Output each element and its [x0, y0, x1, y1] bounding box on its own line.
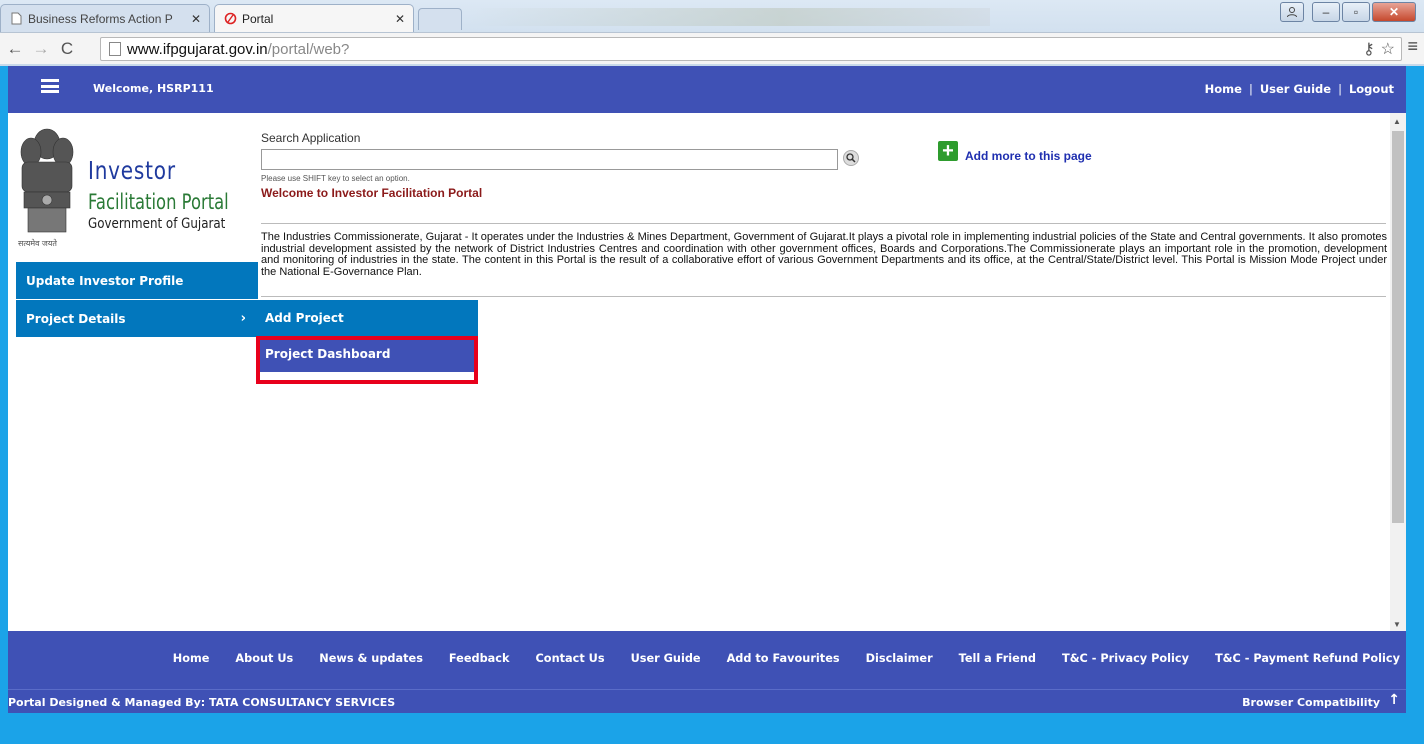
new-tab-button[interactable]	[418, 8, 462, 30]
logo-motto: सत्यमेव जयते	[18, 239, 57, 248]
sidebar: Update Investor Profile Project Details …	[16, 262, 258, 338]
minimize-icon[interactable]: –	[1312, 2, 1340, 22]
tab-title: Business Reforms Action P	[28, 11, 173, 26]
portal-favicon-icon	[223, 12, 237, 26]
national-emblem-icon	[20, 128, 74, 233]
portal-logo[interactable]: Investor Facilitation Portal Government …	[14, 120, 248, 260]
divider	[261, 296, 1386, 297]
submenu-item-label: Add Project	[265, 311, 344, 325]
sidebar-item-project-details[interactable]: Project Details ›	[16, 300, 258, 338]
footer-link-privacy-policy[interactable]: T&C - Privacy Policy	[1062, 652, 1189, 665]
logo-title-investor: Investor	[88, 156, 176, 185]
footer-bottom-bar: Portal Designed & Managed By: TATA CONSU…	[8, 689, 1406, 713]
search-label: Search Application	[261, 131, 361, 145]
top-bar: Welcome, HSRP111 Home | User Guide | Logout	[8, 66, 1406, 113]
footer-links: Home About Us News & updates Feedback Co…	[147, 652, 1400, 665]
footer-link-tell-friend[interactable]: Tell a Friend	[959, 652, 1036, 665]
logo-subtitle: Government of Gujarat	[88, 216, 226, 232]
blurred-background	[470, 8, 990, 26]
sidebar-item-label: Project Details	[26, 311, 126, 326]
url-path: /portal/web?	[267, 40, 350, 58]
url-actions: ⚷ ☆	[1363, 39, 1395, 59]
footer-credit: Portal Designed & Managed By: TATA CONSU…	[8, 696, 396, 709]
sidebar-item-update-investor-profile[interactable]: Update Investor Profile	[16, 262, 258, 300]
top-link-user-guide[interactable]: User Guide	[1260, 82, 1331, 96]
maximize-icon[interactable]: ▫	[1342, 2, 1370, 22]
welcome-user: Welcome, HSRP111	[93, 82, 214, 95]
portal-description: The Industries Commissionerate, Gujarat …	[261, 231, 1387, 278]
url-input[interactable]: www.ifpgujarat.gov.in/portal/web? ⚷ ☆	[100, 37, 1402, 61]
add-more-label: Add more to this page	[965, 149, 1092, 163]
page-scrollbar[interactable]: ▲ ▼	[1390, 113, 1406, 631]
scroll-thumb[interactable]	[1392, 131, 1404, 523]
footer-link-refund-policy[interactable]: T&C - Payment Refund Policy	[1215, 652, 1400, 665]
page-icon	[9, 12, 23, 26]
back-arrow-icon[interactable]: ←	[4, 39, 26, 59]
footer-link-home[interactable]: Home	[173, 652, 210, 665]
scroll-down-arrow-icon[interactable]: ▼	[1393, 620, 1401, 629]
footer-link-user-guide[interactable]: User Guide	[631, 652, 701, 665]
footer-link-news[interactable]: News & updates	[319, 652, 423, 665]
reload-icon[interactable]: C	[56, 39, 78, 59]
chevron-right-icon: ›	[240, 311, 246, 326]
url-host: www.ifpgujarat.gov.in	[127, 40, 268, 58]
divider	[261, 223, 1386, 224]
top-link-home[interactable]: Home	[1205, 82, 1242, 96]
search-application-input[interactable]	[261, 149, 838, 170]
scroll-up-arrow-icon[interactable]: ▲	[1393, 117, 1401, 126]
search-hint: Please use SHIFT key to select an option…	[261, 174, 410, 183]
tab-close-icon[interactable]: ✕	[191, 12, 201, 26]
browser-chrome: Business Reforms Action P ✕ Portal ✕ – ▫…	[0, 0, 1424, 66]
sidebar-item-label: Update Investor Profile	[26, 273, 184, 288]
add-more-button[interactable]: + Add more to this page	[938, 139, 1092, 163]
tab-portal[interactable]: Portal ✕	[214, 4, 414, 32]
tab-business-reforms[interactable]: Business Reforms Action P ✕	[0, 4, 210, 32]
logo-title-facilitation: Facilitation Portal	[88, 190, 229, 214]
forward-arrow-icon[interactable]: →	[30, 39, 52, 59]
close-window-icon[interactable]: ✕	[1372, 2, 1416, 22]
submenu-item-label: Project Dashboard	[265, 347, 391, 361]
tab-title: Portal	[242, 11, 274, 26]
footer-link-contact-us[interactable]: Contact Us	[536, 652, 605, 665]
plus-icon: +	[938, 141, 958, 161]
footer-link-disclaimer[interactable]: Disclaimer	[866, 652, 933, 665]
tab-close-icon[interactable]: ✕	[395, 12, 405, 26]
project-details-submenu: Add Project Project Dashboard	[258, 300, 478, 374]
footer-link-add-favourites[interactable]: Add to Favourites	[727, 652, 840, 665]
page-icon	[109, 42, 121, 56]
search-icon[interactable]	[843, 150, 859, 166]
submenu-item-add-project[interactable]: Add Project	[258, 300, 478, 336]
top-links: Home | User Guide | Logout	[1204, 82, 1394, 96]
browser-compatibility-link[interactable]: Browser Compatibility	[1242, 696, 1380, 709]
top-link-logout[interactable]: Logout	[1349, 82, 1394, 96]
user-icon[interactable]	[1280, 2, 1304, 22]
submenu-item-project-dashboard[interactable]: Project Dashboard	[258, 336, 478, 374]
hamburger-menu-icon[interactable]	[41, 79, 59, 93]
footer-link-feedback[interactable]: Feedback	[449, 652, 510, 665]
address-bar: ← → C www.ifpgujarat.gov.in/portal/web? …	[0, 32, 1424, 64]
portal-page: Welcome, HSRP111 Home | User Guide | Logout …	[8, 66, 1406, 713]
footer-link-about-us[interactable]: About Us	[235, 652, 293, 665]
bookmark-star-icon[interactable]: ☆	[1381, 39, 1395, 59]
scroll-top-arrow-icon[interactable]: ↑	[1388, 692, 1400, 708]
welcome-message: Welcome to Investor Facilitation Portal	[261, 186, 483, 200]
key-icon[interactable]: ⚷	[1363, 39, 1375, 59]
window-controls: – ▫ ✕	[1280, 2, 1416, 22]
tab-strip: Business Reforms Action P ✕ Portal ✕ – ▫…	[0, 0, 1424, 32]
browser-menu-icon[interactable]: ≡	[1407, 36, 1418, 57]
footer-links-bar: Home About Us News & updates Feedback Co…	[8, 631, 1406, 689]
